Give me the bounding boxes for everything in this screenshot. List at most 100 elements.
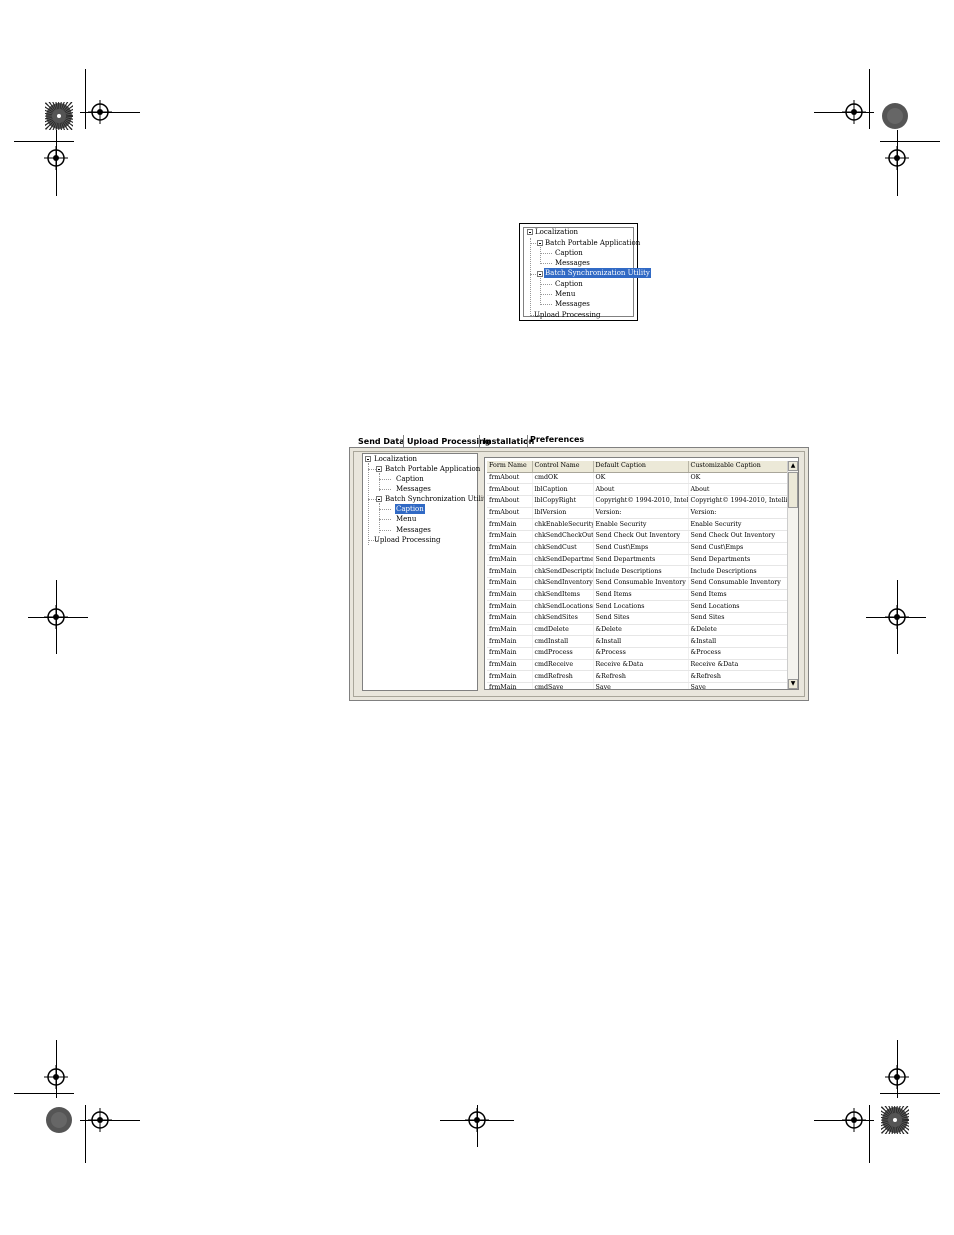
table-cell[interactable]: Send Locations (688, 600, 790, 613)
registration-target-icon (842, 1108, 866, 1132)
tree-node-messages[interactable]: Messages (555, 258, 590, 268)
table-cell: Save (593, 682, 689, 689)
table-cell: chkSendDepartme (532, 554, 594, 567)
collapse-toggle-icon[interactable] (537, 240, 543, 246)
table-cell: lblVersion (532, 507, 594, 520)
tree-node-localization[interactable]: Localization (374, 454, 417, 464)
table-cell: Send Items (593, 589, 689, 602)
table-row[interactable]: frmAbout cmdOK OK OK (487, 472, 790, 485)
collapse-toggle-icon[interactable] (376, 466, 382, 472)
table-row[interactable]: frmAbout lblCaption About About (487, 483, 790, 497)
table-cell: frmAbout (487, 507, 533, 520)
column-header-form-name[interactable]: Form Name (487, 461, 533, 473)
tree-node-caption[interactable]: Caption (555, 279, 583, 289)
table-cell: chkSendCheckOut (532, 530, 594, 543)
table-cell[interactable]: Send Departments (688, 554, 790, 567)
collapse-toggle-icon[interactable] (365, 456, 371, 462)
starburst-icon (882, 103, 908, 129)
table-cell[interactable]: Save (688, 682, 790, 689)
table-cell[interactable]: Send Sites (688, 612, 790, 625)
table-row[interactable]: frmAbout lblCopyRight Copyright© 1994-2010… (487, 495, 790, 508)
table-cell: frmMain (487, 635, 533, 648)
vertical-scrollbar[interactable]: ▲ ▼ (787, 461, 798, 689)
table-row[interactable]: frmMain cmdReceive Receive &Data Receive &D… (487, 659, 790, 672)
table-cell: frmMain (487, 659, 533, 672)
starburst-icon (881, 1106, 909, 1134)
table-cell[interactable]: Version: (688, 507, 790, 520)
table-cell[interactable]: Include Descriptions (688, 565, 790, 578)
scroll-up-arrow-icon[interactable]: ▲ (788, 461, 798, 471)
table-row[interactable]: frmMain cmdProcess &Process &Process (487, 647, 790, 660)
table-cell[interactable]: About (688, 483, 790, 497)
table-cell: Send Consumable Inventory (593, 577, 689, 590)
registration-target-icon (465, 1108, 489, 1132)
table-cell[interactable]: Send Cust\Emps (688, 542, 790, 555)
table-cell[interactable]: &Process (688, 647, 790, 660)
tree-node-batch-synchronization-utility[interactable]: Batch Synchronization Utility (385, 494, 490, 504)
table-row[interactable]: frmMain cmdRefresh &Refresh &Refresh (487, 670, 790, 684)
table-cell: cmdRefresh (532, 670, 594, 684)
registration-target-icon (88, 100, 112, 124)
table-cell[interactable]: Enable Security (688, 518, 790, 532)
table-cell: cmdDelete (532, 624, 594, 637)
table-cell: cmdProcess (532, 647, 594, 660)
registration-target-icon (885, 146, 909, 170)
registration-target-icon (44, 1065, 68, 1089)
table-cell: cmdOK (532, 472, 594, 485)
tree-node-menu[interactable]: Menu (396, 514, 416, 524)
tree-node-batch-synchronization-utility[interactable]: Batch Synchronization Utility (544, 268, 651, 278)
table-row[interactable]: frmMain chkSendDepartme Send Departments Se… (487, 554, 790, 567)
table-row[interactable]: frmAbout lblVersion Version: Version: (487, 507, 790, 520)
collapse-toggle-icon[interactable] (537, 271, 543, 277)
table-row[interactable]: frmMain chkSendDescriptio Include Descript… (487, 565, 790, 578)
table-row[interactable]: frmMain chkSendInventory Send Consumable I… (487, 577, 790, 590)
table-cell: chkSendSites (532, 612, 594, 625)
tree-node-messages[interactable]: Messages (555, 299, 590, 309)
table-cell[interactable]: &Refresh (688, 670, 790, 684)
scroll-down-arrow-icon[interactable]: ▼ (788, 679, 798, 689)
table-cell: frmMain (487, 670, 533, 684)
table-row[interactable]: frmMain chkEnableSecurity Enable Security E… (487, 518, 790, 532)
column-header-customizable-caption[interactable]: Customizable Caption (688, 461, 790, 473)
table-cell[interactable]: Receive &Data (688, 659, 790, 672)
collapse-toggle-icon[interactable] (527, 229, 533, 235)
tree-node-batch-portable-application[interactable]: Batch Portable Application (385, 464, 480, 474)
table-row[interactable]: frmMain chkSendItems Send Items Send Items (487, 589, 790, 602)
table-cell: frmAbout (487, 483, 533, 497)
tree-node-batch-portable-application[interactable]: Batch Portable Application (545, 238, 640, 248)
scroll-thumb[interactable] (788, 472, 798, 508)
table-cell[interactable]: OK (688, 472, 790, 485)
table-row[interactable]: frmMain chkSendCheckOut Send Check Out Inv… (487, 530, 790, 543)
tree-node-messages[interactable]: Messages (396, 484, 431, 494)
table-cell[interactable]: Send Items (688, 589, 790, 602)
table-row[interactable]: frmMain cmdInstall &Install &Install (487, 635, 790, 648)
table-row[interactable]: frmMain cmdSave Save Save (487, 682, 790, 689)
tree-node-localization[interactable]: Localization (535, 227, 578, 237)
tree-node-menu[interactable]: Menu (555, 289, 575, 299)
registration-target-icon (44, 605, 68, 629)
table-cell: frmMain (487, 530, 533, 543)
table-cell: Copyright© 1994-2010, Intelli (593, 495, 689, 508)
table-cell[interactable]: Copyright© 1994-2010, Intelli (688, 495, 790, 508)
table-row[interactable]: frmMain chkSendLocations Send Locations Sen… (487, 600, 790, 613)
table-row[interactable]: frmMain chkSendSites Send Sites Send Sites (487, 612, 790, 625)
tree-node-messages[interactable]: Messages (396, 525, 431, 535)
tab-preferences[interactable]: Preferences (529, 433, 585, 446)
table-cell[interactable]: &Install (688, 635, 790, 648)
table-cell: Send Check Out Inventory (593, 530, 689, 543)
table-cell[interactable]: &Delete (688, 624, 790, 637)
table-cell: frmMain (487, 600, 533, 613)
column-header-default-caption[interactable]: Default Caption (593, 461, 689, 473)
table-cell[interactable]: Send Consumable Inventory (688, 577, 790, 590)
tree-node-caption-selected[interactable]: Caption (395, 504, 425, 514)
table-cell: Send Locations (593, 600, 689, 613)
tree-node-caption[interactable]: Caption (396, 474, 424, 484)
tree-node-upload-processing[interactable]: Upload Processing (534, 310, 600, 320)
collapse-toggle-icon[interactable] (376, 496, 382, 502)
table-row[interactable]: frmMain chkSendCust Send Cust\Emps Send Cus… (487, 542, 790, 555)
tree-node-upload-processing[interactable]: Upload Processing (374, 535, 440, 545)
table-row[interactable]: frmMain cmdDelete &Delete &Delete (487, 624, 790, 637)
column-header-control-name[interactable]: Control Name (532, 461, 594, 473)
tree-node-caption[interactable]: Caption (555, 248, 583, 258)
table-cell[interactable]: Send Check Out Inventory (688, 530, 790, 543)
